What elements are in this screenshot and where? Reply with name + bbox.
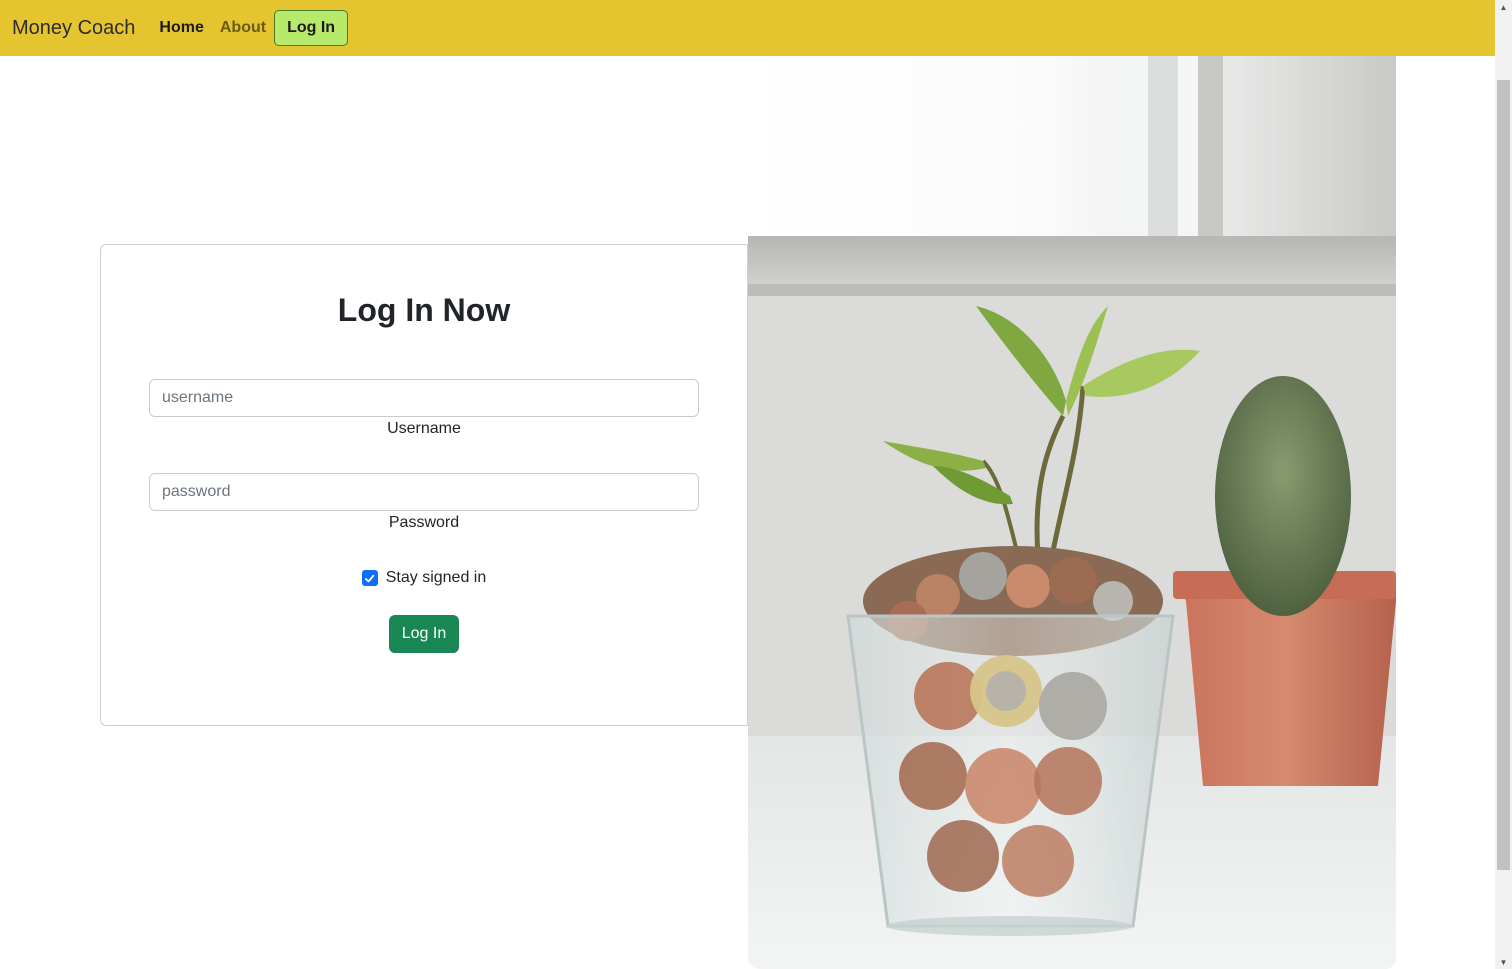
stay-signed-in-row: Stay signed in xyxy=(100,569,748,587)
page-title: Log In Now xyxy=(337,292,511,328)
stay-signed-in-checkbox[interactable] xyxy=(361,570,378,586)
chevron-up-icon[interactable]: ▲ xyxy=(1495,0,1512,14)
nav-login-button[interactable]: Log In xyxy=(274,10,349,46)
brand-link[interactable]: Money Coach xyxy=(12,17,135,40)
navbar: Money Coach Home About Log In xyxy=(0,0,1495,56)
nav-home-link[interactable]: Home xyxy=(159,19,203,37)
coin-plant-illustration xyxy=(748,56,1396,969)
chevron-down-icon[interactable]: ▼ xyxy=(1495,955,1512,969)
hero-image xyxy=(748,56,1396,969)
stay-signed-in-label[interactable]: Stay signed in xyxy=(386,569,487,587)
scroll-thumb[interactable] xyxy=(1497,80,1510,870)
password-label: Password xyxy=(388,514,460,531)
nav-about-link[interactable]: About xyxy=(220,19,266,37)
username-label: Username xyxy=(387,420,461,437)
login-submit-button[interactable]: Log In xyxy=(389,615,459,653)
password-input[interactable] xyxy=(149,473,699,511)
check-icon xyxy=(365,574,375,582)
username-input[interactable] xyxy=(149,379,699,417)
vertical-scrollbar[interactable]: ▲ ▼ xyxy=(1495,0,1512,969)
